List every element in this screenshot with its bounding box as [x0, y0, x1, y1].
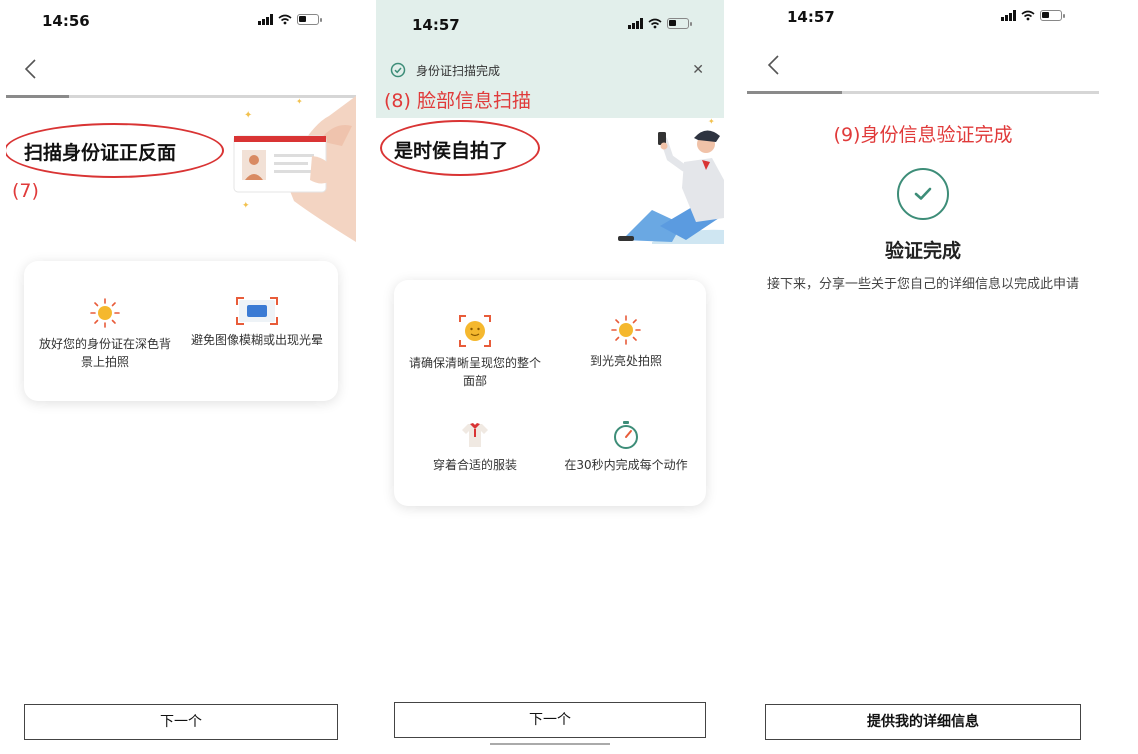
sun-icon	[90, 298, 120, 328]
provide-details-button[interactable]: 提供我的详细信息	[765, 704, 1081, 740]
next-button[interactable]: 下一个	[24, 704, 338, 740]
tip-item: 放好您的身份证在深色背景上拍照	[38, 297, 172, 371]
progress-bar	[747, 91, 1099, 94]
check-circle-icon	[897, 168, 949, 220]
screen-id-scan: 14:56 扫描身份证正反面 (7) ✦ ✦ ✦ 放好您的身份证在深色背景上拍照…	[6, 0, 356, 754]
status-icons	[628, 18, 692, 29]
svg-text:✦: ✦	[242, 201, 250, 211]
page-title: 扫描身份证正反面	[24, 142, 177, 164]
tip-label: 请确保清晰呈现您的整个面部	[408, 356, 541, 388]
shirt-icon	[462, 423, 488, 447]
status-icons	[1001, 10, 1065, 21]
id-card-hand-illustration: ✦ ✦ ✦	[233, 96, 356, 242]
screen-verification-done: 14:57 (9)身份信息验证完成 验证完成 接下来，分享一些关于您自己的详细信…	[747, 0, 1099, 754]
wifi-icon	[1021, 10, 1035, 21]
page-title: 是时侯自拍了	[394, 140, 509, 162]
annotation-label: (7)	[12, 180, 39, 202]
status-time: 14:57	[412, 16, 460, 34]
svg-text:✦: ✦	[296, 97, 303, 106]
sun-icon	[611, 315, 641, 345]
tip-item: 到光亮处拍照	[556, 314, 696, 370]
battery-icon	[1040, 10, 1065, 21]
annotation-label: (9)身份信息验证完成	[833, 124, 1013, 146]
tip-item: 穿着合适的服装	[404, 420, 546, 474]
scan-frame-icon	[236, 297, 278, 325]
checkmark-icon	[914, 187, 932, 200]
back-chevron-icon[interactable]	[22, 58, 40, 80]
svg-text:✦: ✦	[708, 118, 715, 126]
tip-item: 在30秒内完成每个动作	[556, 420, 696, 474]
progress-fill	[747, 91, 843, 94]
battery-icon	[667, 18, 692, 29]
signal-icon	[1001, 10, 1016, 21]
check-circle-icon	[390, 62, 406, 78]
tips-card: 请确保清晰呈现您的整个面部 到光亮处拍照 穿着合适的服装 在30秒内完成每个动作	[394, 280, 706, 506]
tip-label: 穿着合适的服装	[432, 458, 517, 472]
status-bar: 14:57	[376, 0, 724, 44]
progress-fill	[6, 95, 69, 98]
annotation-label: (8) 脸部信息扫描	[384, 90, 531, 112]
status-bar: 14:56	[6, 0, 356, 44]
signal-icon	[258, 14, 273, 25]
tip-label: 避免图像模糊或出现光晕	[190, 333, 323, 347]
tip-item: 避免图像模糊或出现光晕	[190, 297, 324, 349]
face-icon	[459, 315, 491, 347]
status-time: 14:57	[787, 8, 835, 26]
next-button[interactable]: 下一个	[394, 702, 706, 738]
selfie-person-illustration: ✦	[618, 118, 724, 244]
status-bar: 14:57	[747, 0, 1099, 44]
tip-item: 请确保清晰呈现您的整个面部	[404, 314, 546, 390]
status-time: 14:56	[42, 12, 90, 30]
banner-text: 身份证扫描完成	[416, 64, 501, 78]
battery-icon	[297, 14, 322, 25]
success-banner: 身份证扫描完成 ✕ (8) 脸部信息扫描	[376, 44, 724, 118]
done-description: 接下来，分享一些关于您自己的详细信息以完成此申请	[766, 277, 1079, 292]
tip-label: 到光亮处拍照	[589, 354, 662, 368]
status-icons	[258, 14, 322, 25]
signal-icon	[628, 18, 643, 29]
svg-text:✦: ✦	[244, 110, 252, 121]
done-title: 验证完成	[884, 240, 961, 262]
home-indicator	[490, 743, 610, 745]
wifi-icon	[278, 14, 292, 25]
screen-selfie: 14:57 身份证扫描完成 ✕ (8) 脸部信息扫描 是时侯自拍了 ✦ 请确保清…	[376, 0, 724, 754]
tips-card: 放好您的身份证在深色背景上拍照 避免图像模糊或出现光晕	[24, 261, 338, 401]
stopwatch-icon	[614, 421, 638, 449]
back-chevron-icon[interactable]	[765, 54, 783, 76]
close-icon[interactable]: ✕	[692, 62, 704, 78]
tip-label: 放好您的身份证在深色背景上拍照	[38, 337, 171, 369]
tip-label: 在30秒内完成每个动作	[564, 458, 688, 472]
wifi-icon	[648, 18, 662, 29]
